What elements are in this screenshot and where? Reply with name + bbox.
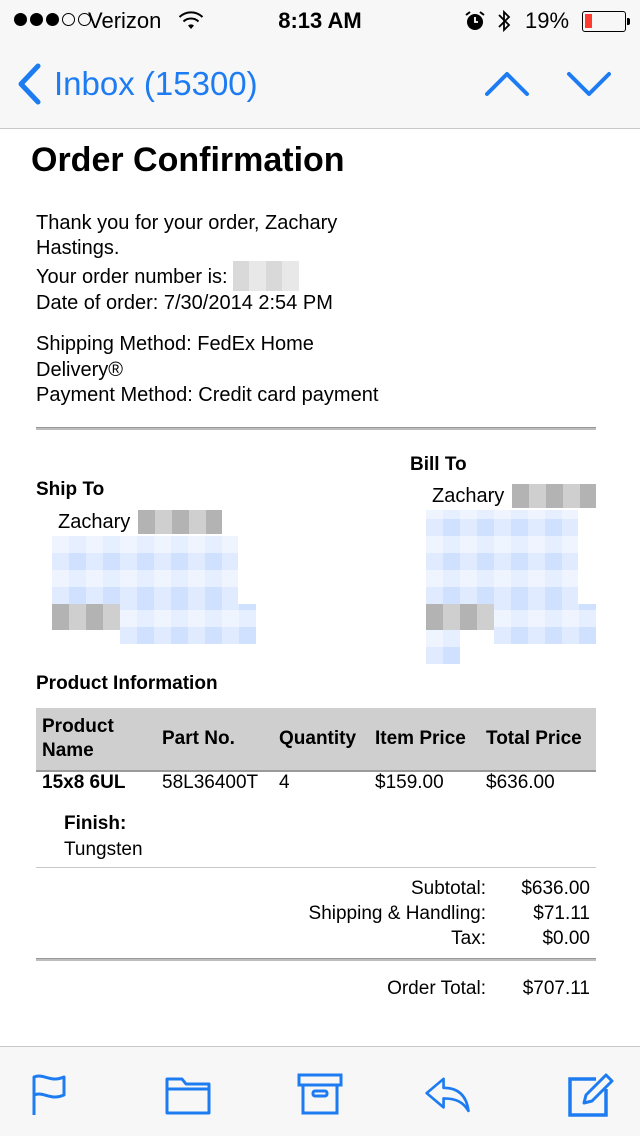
cell-part-no: 58L36400T bbox=[162, 772, 259, 793]
back-to-inbox-button[interactable]: Inbox (15300) bbox=[14, 62, 258, 106]
shipping-info: Shipping Method: FedEx Home Delivery® Pa… bbox=[36, 332, 416, 409]
cell-item-price: $159.00 bbox=[375, 772, 444, 793]
product-table: Product Name Part No. Quantity Item Pric… bbox=[36, 708, 596, 813]
order-date-line: Date of order: 7/30/2014 2:54 PM bbox=[36, 292, 333, 314]
col-quantity: Quantity bbox=[279, 728, 357, 749]
previous-message-button[interactable] bbox=[484, 66, 530, 102]
col-part-no: Part No. bbox=[162, 728, 235, 749]
battery-percent: 19% bbox=[525, 8, 570, 33]
cell-quantity: 4 bbox=[279, 772, 290, 793]
product-info-heading: Product Information bbox=[36, 673, 218, 694]
ship-to-name: Zachary bbox=[58, 511, 131, 533]
redacted-ship-address-gray bbox=[52, 604, 120, 630]
totals-block: Subtotal: $636.00 Shipping & Handling: $… bbox=[290, 878, 590, 958]
finish-value: Tungsten bbox=[64, 839, 143, 860]
order-number-label: Your order number is: bbox=[36, 266, 228, 288]
email-body: Order Confirmation Thank you for your or… bbox=[0, 130, 640, 1046]
order-total-block: Order Total: $707.11 bbox=[290, 978, 590, 1004]
redacted-bill-address bbox=[426, 510, 578, 604]
cell-total-price: $636.00 bbox=[486, 772, 555, 793]
table-row: 15x8 6UL 58L36400T 4 $159.00 $636.00 bbox=[36, 771, 596, 813]
table-divider bbox=[36, 867, 596, 868]
section-divider bbox=[36, 427, 596, 430]
finish-label: Finish: bbox=[64, 813, 127, 834]
col-total-price: Total Price bbox=[486, 728, 582, 749]
compose-icon[interactable] bbox=[566, 1071, 614, 1117]
redacted-ship-surname bbox=[138, 510, 222, 534]
ship-to-heading: Ship To bbox=[36, 479, 105, 500]
top-bar: Verizon 8:13 AM 19% Inbox (15300) bbox=[0, 0, 640, 129]
redacted-bill-address-gray bbox=[426, 604, 494, 630]
subtotal-label: Subtotal: bbox=[411, 878, 486, 899]
chevron-left-icon bbox=[18, 63, 41, 105]
email-title: Order Confirmation bbox=[31, 141, 345, 179]
redacted-ship-address bbox=[52, 536, 238, 604]
folder-icon[interactable] bbox=[164, 1071, 212, 1117]
order-total-value: $707.11 bbox=[522, 978, 590, 999]
payment-method: Payment Method: Credit card payment bbox=[36, 384, 379, 406]
redacted-bill-surname bbox=[512, 484, 596, 508]
tax-value: $0.00 bbox=[542, 928, 590, 949]
status-bar: Verizon 8:13 AM 19% bbox=[0, 0, 640, 42]
battery-icon bbox=[582, 11, 630, 32]
bluetooth-icon bbox=[498, 9, 511, 33]
redacted-order-number bbox=[233, 261, 300, 291]
thank-you-line: Thank you for your order, Zachary Hastin… bbox=[36, 212, 338, 259]
bill-to-heading: Bill To bbox=[410, 454, 467, 475]
reply-icon[interactable] bbox=[424, 1071, 472, 1117]
order-total-label: Order Total: bbox=[387, 978, 486, 999]
col-product-name: Product Name bbox=[42, 716, 114, 761]
subtotal-value: $636.00 bbox=[521, 878, 590, 899]
redacted-ship-address-2 bbox=[120, 604, 256, 644]
flag-icon[interactable] bbox=[26, 1071, 74, 1117]
tax-label: Tax: bbox=[451, 928, 486, 949]
bill-to-name: Zachary bbox=[432, 485, 505, 507]
order-intro: Thank you for your order, Zachary Hastin… bbox=[36, 211, 376, 316]
cell-product-name: 15x8 6UL bbox=[42, 772, 126, 793]
shipping-handling-value: $71.11 bbox=[533, 903, 590, 924]
archive-icon[interactable] bbox=[296, 1071, 344, 1117]
shipping-handling-label: Shipping & Handling: bbox=[308, 903, 486, 924]
order-number-line: Your order number is: bbox=[36, 261, 376, 291]
product-table-header: Product Name Part No. Quantity Item Pric… bbox=[36, 708, 596, 771]
next-message-button[interactable] bbox=[566, 66, 612, 102]
totals-divider bbox=[36, 958, 596, 961]
col-item-price: Item Price bbox=[375, 728, 466, 749]
redacted-bill-address-3 bbox=[426, 630, 460, 664]
bottom-toolbar bbox=[0, 1046, 640, 1136]
alarm-icon bbox=[465, 11, 485, 30]
shipping-method: Shipping Method: FedEx Home Delivery® bbox=[36, 333, 314, 381]
redacted-bill-address-2 bbox=[494, 604, 596, 644]
back-label: Inbox (15300) bbox=[54, 65, 258, 102]
